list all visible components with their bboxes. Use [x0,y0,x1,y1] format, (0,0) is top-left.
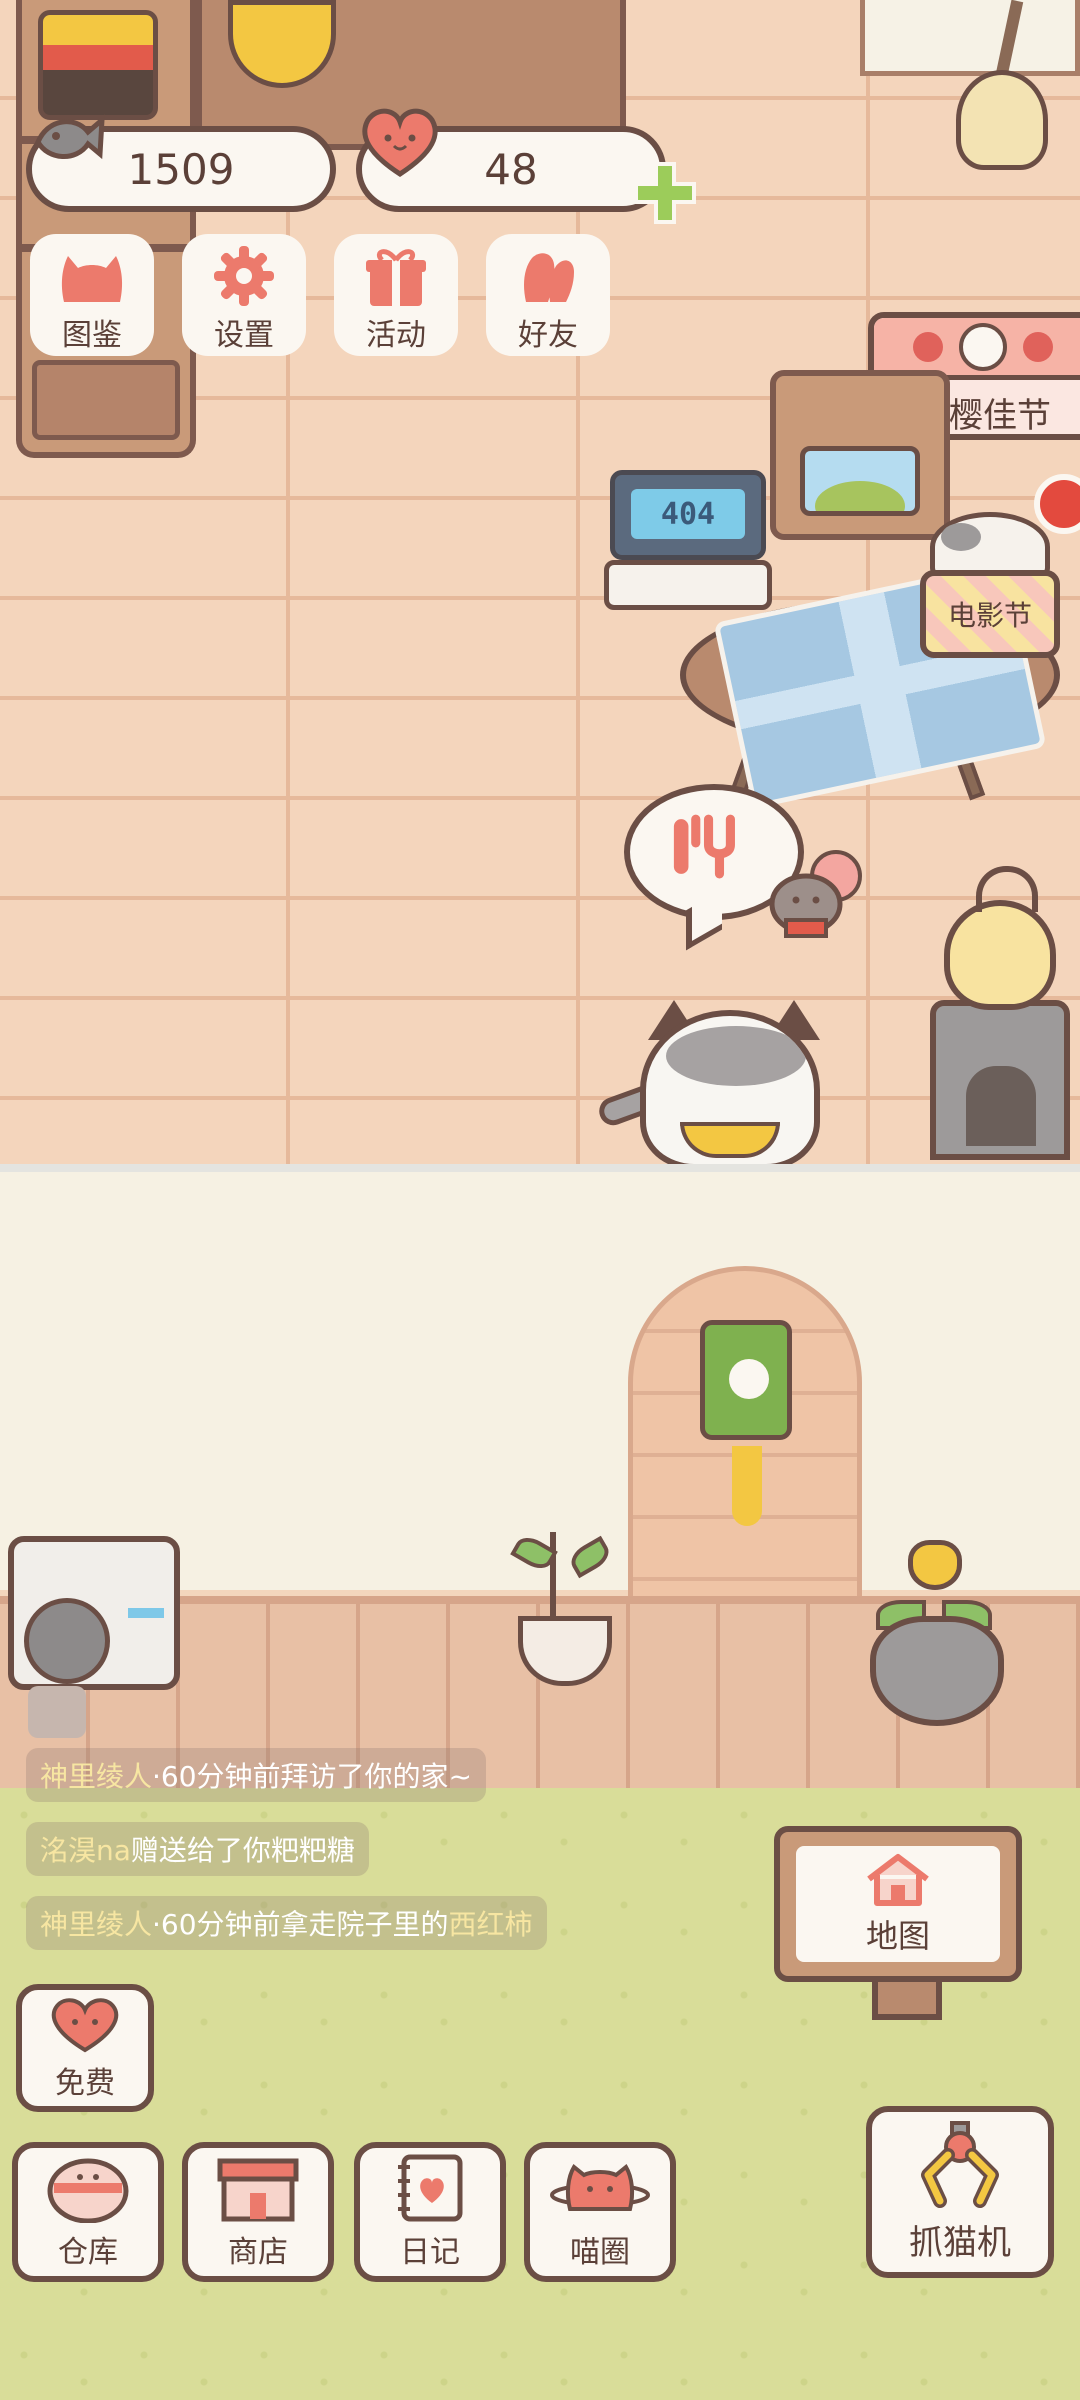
claw-machine-button[interactable]: 抓猫机 [866,2106,1054,2278]
shop-button[interactable]: 商店 [182,2142,334,2282]
archway [628,1266,862,1616]
shop-icon [217,2158,299,2222]
visit-text: ·60分钟前拜访了你的家~ [152,1760,473,1793]
gifter-name: 洺淏na [40,1834,131,1867]
atlas-button[interactable]: 图鉴 [30,234,154,356]
heart-count: 48 [484,144,538,194]
free-label: 免费 [55,2066,115,2101]
harvest-text: ·60分钟前拿走院子里的 [152,1908,449,1941]
fish-icon [35,114,105,160]
gear-icon [214,246,274,306]
gift-text: 赠送给了你粑粑糖 [130,1834,355,1867]
cat-book-icon [61,256,123,302]
broom [956,70,1048,170]
storage-label: 仓库 [58,2235,118,2270]
laptop[interactable]: 404 [604,470,772,610]
storage-button[interactable]: 仓库 [12,2142,164,2282]
claw-machine-label: 抓猫机 [909,2222,1011,2263]
heart-face-icon [51,1998,119,2053]
add-hearts-icon[interactable] [632,160,698,226]
mouse-character[interactable] [756,850,866,946]
map-label: 地图 [865,1917,930,1955]
collapse-tab[interactable] [28,1686,86,1738]
friends-icon [524,253,574,302]
settings-button[interactable]: 设置 [182,234,306,356]
cat-planet-icon [550,2164,650,2211]
gift-icon [366,249,426,306]
harvest-item: 西红柿 [448,1908,533,1941]
friends-label: 好友 [518,318,578,353]
tulip-pot[interactable] [870,1616,1004,1726]
atlas-label: 图鉴 [62,318,122,353]
storage-pot-icon [47,2158,129,2223]
diary-button[interactable]: 日记 [354,2142,506,2282]
visitor-name: 神里绫人 [40,1760,153,1793]
harvest-notice: 神里绫人 ·60分钟前拿走院子里的 西红柿 [26,1896,547,1950]
wind-chime-charm[interactable] [700,1320,792,1440]
house-icon [867,1854,929,1906]
settings-label: 设置 [214,318,274,353]
movie-festival-button[interactable]: 电影节 [920,570,1060,658]
cat-circle-label: 喵圈 [570,2235,630,2270]
harvester-name: 神里绫人 [40,1908,153,1941]
tv-cabinet[interactable] [770,370,950,540]
gift-notice: 洺淏na 赠送给了你粑粑糖 [26,1822,369,1876]
stove [930,1000,1070,1160]
map-button[interactable]: 地图 [774,1826,1022,1982]
tulip [908,1540,962,1590]
events-button[interactable]: 活动 [334,234,458,356]
sprout [550,1532,570,1622]
friends-button[interactable]: 好友 [486,234,610,356]
fish-count: 1509 [127,144,235,194]
yard-wall [0,1172,1080,1590]
laptop-screen-text: 404 [631,489,745,539]
events-label: 活动 [366,318,426,353]
diary-icon [398,2154,463,2222]
charm-tassel [732,1446,762,1526]
air-conditioner [8,1536,180,1690]
snack-can [38,10,158,120]
diary-label: 日记 [400,2235,460,2270]
shop-label: 商店 [228,2235,288,2270]
claw-icon [921,2120,999,2208]
window [860,0,1080,76]
free-heart-button[interactable]: 免费 [16,1984,154,2112]
heart-icon [362,108,438,177]
floor-divider [0,1164,1080,1172]
cat-circle-button[interactable]: 喵圈 [524,2142,676,2282]
teapot[interactable] [944,866,1056,1010]
movie-festival-label: 电影节 [947,599,1032,632]
visit-notice: 神里绫人 ·60分钟前拜访了你的家~ [26,1748,487,1802]
